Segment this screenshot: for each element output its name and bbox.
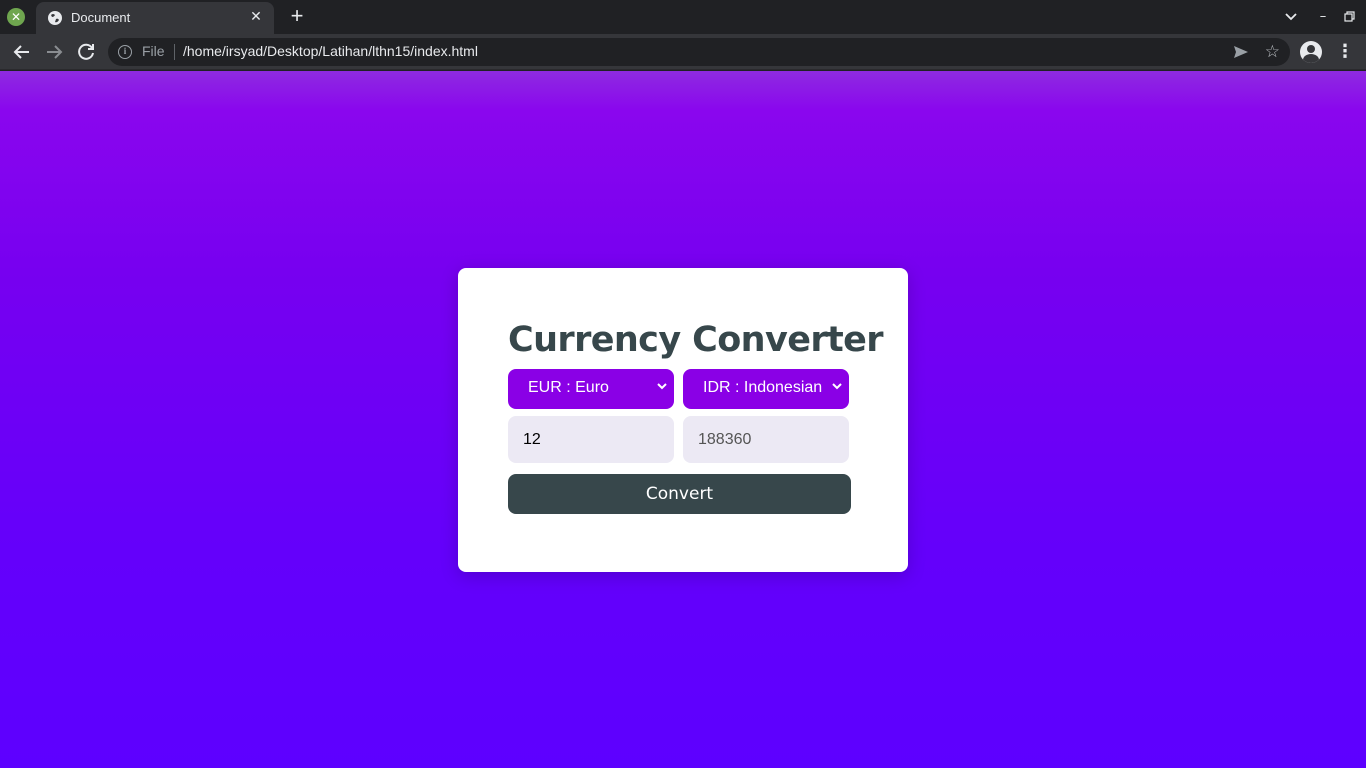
- back-arrow-icon[interactable]: [10, 40, 34, 64]
- chevron-down-icon: [657, 383, 667, 390]
- star-icon[interactable]: ☆: [1265, 41, 1280, 63]
- page-viewport: Currency Converter EUR : Euro IDR : Indo…: [0, 71, 1366, 768]
- result-input[interactable]: [683, 416, 849, 463]
- converter-card: Currency Converter EUR : Euro IDR : Indo…: [458, 268, 908, 572]
- browser-toolbar: i File /home/irsyad/Desktop/Latihan/lthn…: [0, 34, 1366, 70]
- info-icon[interactable]: i: [118, 45, 132, 59]
- convert-button[interactable]: Convert: [508, 474, 851, 514]
- maximize-icon[interactable]: [1342, 6, 1356, 28]
- window-close-icon[interactable]: ✕: [7, 8, 25, 26]
- amount-input[interactable]: [508, 416, 674, 463]
- address-separator: [174, 44, 175, 60]
- address-url[interactable]: /home/irsyad/Desktop/Latihan/lthn15/inde…: [183, 43, 478, 59]
- minimize-icon[interactable]: –: [1316, 6, 1330, 28]
- address-scheme: File: [142, 43, 165, 59]
- to-currency-select[interactable]: IDR : Indonesian: [683, 369, 849, 409]
- address-bar[interactable]: i File /home/irsyad/Desktop/Latihan/lthn…: [108, 38, 1290, 66]
- reload-icon[interactable]: [74, 40, 98, 64]
- from-currency-select[interactable]: EUR : Euro: [508, 369, 674, 409]
- tab-strip: ✕ Document ✕ + –: [0, 0, 1366, 34]
- profile-icon[interactable]: [1300, 41, 1322, 63]
- send-icon[interactable]: [1232, 43, 1250, 61]
- tab-title: Document: [71, 10, 131, 25]
- more-vert-icon[interactable]: ⋮: [1336, 40, 1354, 64]
- new-tab-button[interactable]: +: [286, 5, 308, 28]
- to-currency-value: IDR : Indonesian: [703, 379, 823, 396]
- from-currency-value: EUR : Euro: [528, 379, 609, 396]
- chevron-down-icon: [832, 383, 842, 390]
- tab-close-icon[interactable]: ✕: [246, 7, 266, 27]
- tab-search-chevron-down-icon[interactable]: [1282, 6, 1300, 28]
- globe-icon: [48, 11, 62, 25]
- page-title: Currency Converter: [508, 320, 884, 360]
- forward-arrow-icon[interactable]: [42, 40, 66, 64]
- tab-document[interactable]: Document ✕: [36, 2, 274, 34]
